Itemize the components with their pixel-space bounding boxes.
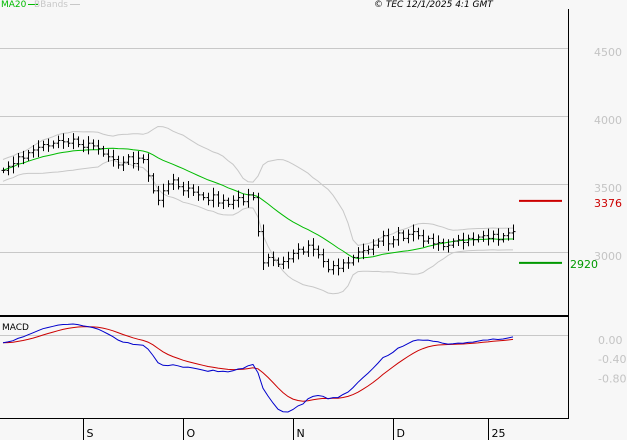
macd-tick-label: -0.40 [598,353,626,366]
macd-tick-label: -0.80 [598,372,626,385]
x-tick-label: D [397,427,405,440]
x-tick-label: N [297,427,305,440]
x-tick-label: S [87,427,94,440]
support-level-label: 2920 [570,258,598,271]
macd-line [2,323,514,413]
y-tick-label: 3500 [594,182,622,195]
y-tick-label: 4000 [594,114,622,127]
macd-tick-label: 0.00 [598,334,623,347]
x-tick-label: 25 [492,427,506,440]
price-chart: MACD 4500 4000 3500 3000 0.00 -0.40 -0.80 3376… [0,9,626,440]
macd-signal-line [2,326,514,402]
resistance-level-label: 3376 [594,197,622,210]
macd-title: MACD [2,323,29,333]
y-tick-label: 3000 [594,250,622,263]
y-tick-label: 4500 [594,46,622,59]
x-tick-label: O [187,427,196,440]
